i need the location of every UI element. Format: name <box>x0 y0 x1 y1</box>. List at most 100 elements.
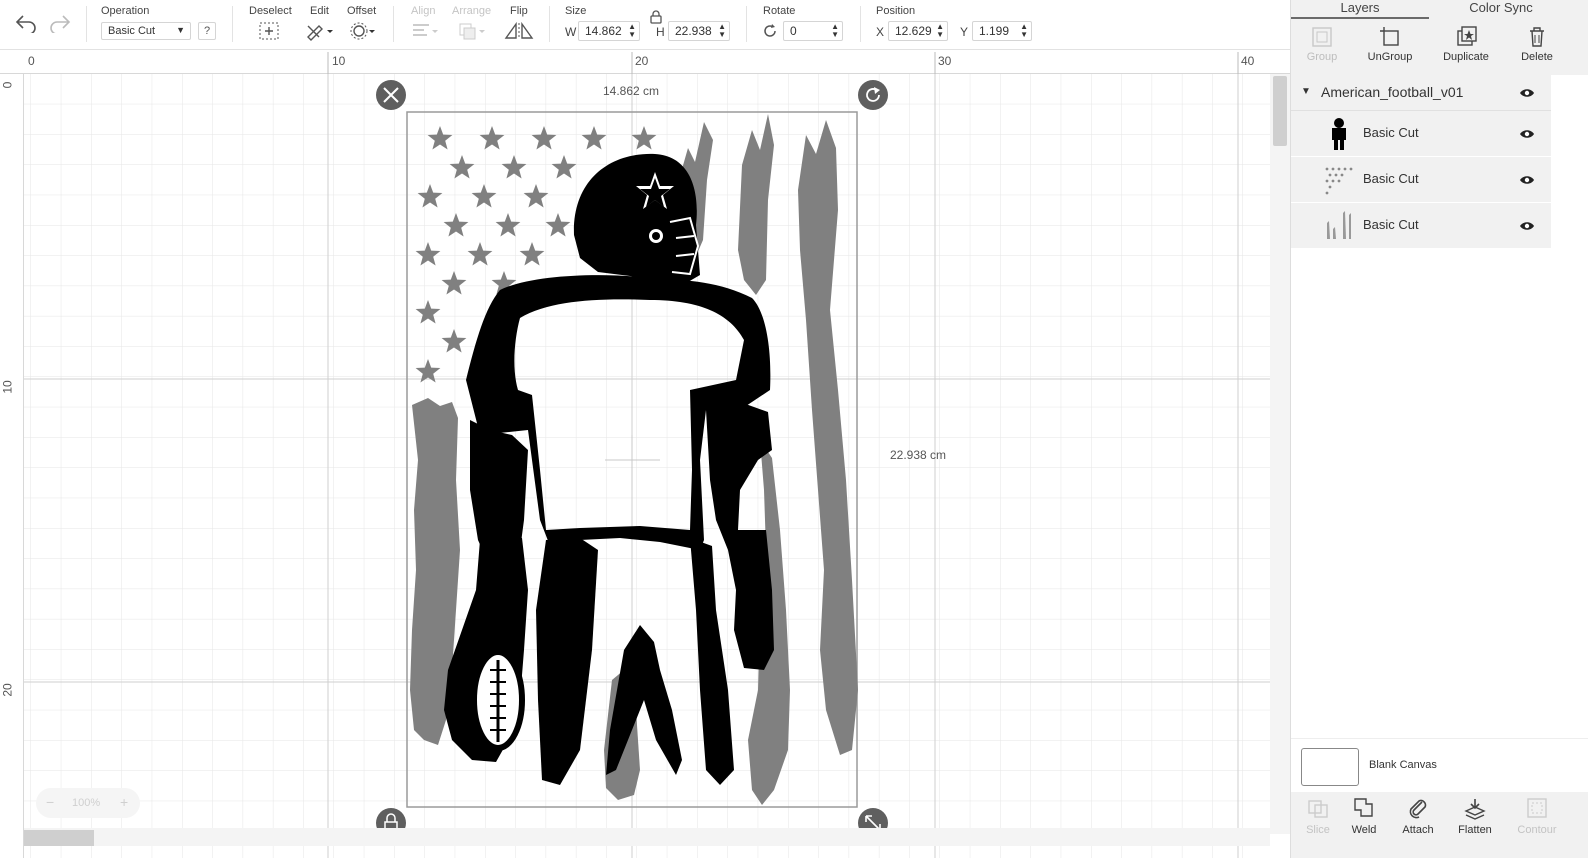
arrange-icon <box>457 20 487 42</box>
layers-panel: Layers Color Sync Group UnGroup Duplicat… <box>1290 0 1588 858</box>
canvas-vertical-scrollbar[interactable] <box>1270 74 1290 834</box>
weld-button[interactable]: Weld <box>1337 792 1391 858</box>
redo-icon[interactable] <box>48 12 72 34</box>
width-input[interactable]: 14.862 ▲ ▼ <box>578 21 640 41</box>
flag-star <box>495 213 521 237</box>
group-button[interactable]: Group <box>1287 19 1357 75</box>
layer-name: Basic Cut <box>1363 171 1419 186</box>
layer-name: Basic Cut <box>1363 125 1419 140</box>
contour-button[interactable]: Contour <box>1510 792 1564 858</box>
flag-star <box>519 242 545 266</box>
layer-row[interactable]: Basic Cut <box>1291 157 1551 203</box>
group-icon <box>1312 27 1332 47</box>
delete-button[interactable]: Delete <box>1502 19 1572 75</box>
contour-label: Contour <box>1517 824 1557 836</box>
tab-color-sync[interactable]: Color Sync <box>1441 0 1561 19</box>
paperclip-icon <box>1409 799 1427 819</box>
ungroup-icon <box>1380 27 1399 46</box>
layer-group-name: American_football_v01 <box>1321 84 1464 100</box>
flag-star <box>449 155 475 179</box>
position-x-input[interactable]: 12.629 ▲ ▼ <box>888 21 948 41</box>
deselect-label: Deselect <box>249 5 292 17</box>
ungroup-button[interactable]: UnGroup <box>1355 19 1425 75</box>
height-input[interactable]: 22.938 ▲ ▼ <box>668 21 730 41</box>
stars-thumb-icon <box>1325 167 1353 195</box>
width-value: 14.862 <box>585 24 622 38</box>
design-space-app: Operation Basic Cut ▼ ? Deselect Edit Of… <box>0 0 1588 858</box>
top-toolbar: Operation Basic Cut ▼ ? Deselect Edit Of… <box>0 0 1290 50</box>
toolbar-separator <box>393 6 394 42</box>
flip-icon[interactable] <box>503 20 535 42</box>
height-stepper-icon[interactable]: ▲ ▼ <box>718 23 726 39</box>
flag-star <box>441 329 467 353</box>
eye-icon[interactable] <box>1519 221 1535 231</box>
toolbar-separator <box>860 6 861 42</box>
design-canvas[interactable]: 0 10 20 30 40 0 10 20 14.862 cm 22.938 c… <box>0 50 1290 858</box>
canvas-horizontal-scrollbar[interactable] <box>24 828 1270 846</box>
rotate-icon <box>761 20 779 42</box>
flag-star <box>441 271 467 295</box>
y-letter: Y <box>960 25 969 39</box>
eye-icon[interactable] <box>1519 129 1535 139</box>
position-label: Position <box>876 5 916 17</box>
operation-help-button[interactable]: ? <box>198 22 216 40</box>
position-y-input[interactable]: 1.199 ▲ ▼ <box>972 21 1032 41</box>
player-thumb-icon <box>1332 118 1346 150</box>
flag-star <box>523 184 549 208</box>
layer-name: Basic Cut <box>1363 217 1419 232</box>
zoom-out-button[interactable]: − <box>46 794 54 810</box>
eye-icon[interactable] <box>1519 175 1535 185</box>
tab-layers[interactable]: Layers <box>1291 0 1429 19</box>
flag-star <box>479 126 505 150</box>
height-letter: H <box>656 25 665 39</box>
slice-icon <box>1308 800 1328 818</box>
edit-icon[interactable] <box>305 20 335 42</box>
rotate-handle-icon[interactable] <box>858 80 888 110</box>
deselect-icon[interactable] <box>258 20 280 42</box>
close-icon[interactable] <box>376 80 406 110</box>
rotate-value: 0 <box>790 24 797 38</box>
blank-canvas-row[interactable]: Blank Canvas <box>1291 738 1588 792</box>
duplicate-button[interactable]: Duplicate <box>1431 19 1501 75</box>
scrollbar-thumb[interactable] <box>24 830 94 846</box>
flatten-button[interactable]: Flatten <box>1448 792 1502 858</box>
width-stepper-icon[interactable]: ▲ ▼ <box>628 23 636 39</box>
chevron-down-icon[interactable]: ▼ <box>1301 86 1311 97</box>
height-value: 22.938 <box>675 24 712 38</box>
zoom-control[interactable]: − 100% + <box>36 788 140 818</box>
operation-value: Basic Cut <box>108 25 156 37</box>
flag-star <box>545 213 571 237</box>
width-letter: W <box>565 25 577 39</box>
position-x-stepper-icon[interactable]: ▲ ▼ <box>936 23 944 39</box>
layer-row[interactable]: Basic Cut <box>1291 111 1551 157</box>
position-y-stepper-icon[interactable]: ▲ ▼ <box>1020 23 1028 39</box>
rotate-stepper-icon[interactable]: ▲ ▼ <box>831 23 839 39</box>
toolbar-separator <box>86 6 87 42</box>
align-icon <box>410 20 440 42</box>
eye-icon[interactable] <box>1519 88 1535 98</box>
undo-icon[interactable] <box>14 12 38 34</box>
flag-star <box>467 242 493 266</box>
rotate-input[interactable]: 0 ▲ ▼ <box>783 21 843 41</box>
trash-icon <box>1530 27 1544 47</box>
offset-icon[interactable] <box>349 20 379 42</box>
flatten-icon <box>1464 799 1486 820</box>
duplicate-label: Duplicate <box>1443 51 1489 63</box>
layer-row[interactable]: Basic Cut <box>1291 203 1551 249</box>
chevron-down-icon: ▼ <box>176 25 185 35</box>
layer-group-row[interactable]: ▼ American_football_v01 <box>1291 75 1551 111</box>
scrollbar-thumb[interactable] <box>1273 76 1287 146</box>
artwork[interactable] <box>0 50 1270 858</box>
operation-select[interactable]: Basic Cut ▼ <box>101 22 191 40</box>
flag-star <box>443 213 469 237</box>
flag-star <box>501 155 527 179</box>
blank-canvas-swatch[interactable] <box>1301 748 1359 786</box>
zoom-in-button[interactable]: + <box>120 794 128 810</box>
toolbar-separator <box>746 6 747 42</box>
flag-star <box>415 359 441 383</box>
weld-icon <box>1354 798 1373 817</box>
stripes-thumb-icon <box>1327 211 1351 239</box>
attach-button[interactable]: Attach <box>1391 792 1445 858</box>
size-label: Size <box>565 5 587 17</box>
offset-label: Offset <box>347 5 377 17</box>
